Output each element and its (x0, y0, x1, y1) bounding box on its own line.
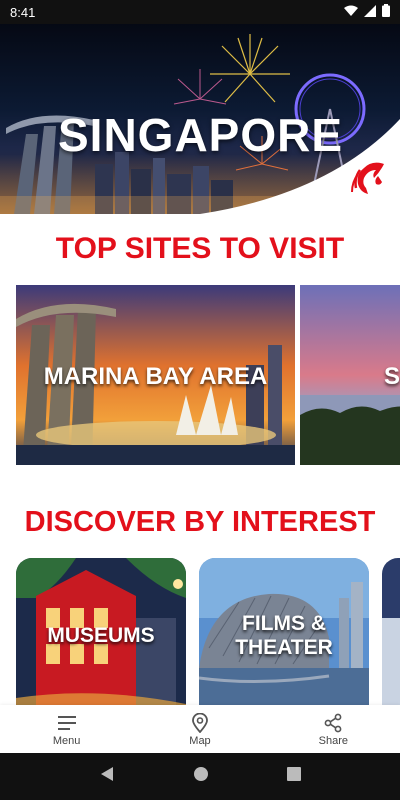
nav-menu-label: Menu (52, 735, 81, 747)
menu-icon (57, 716, 76, 730)
site-card-marina-bay[interactable]: MARINA BAY AREA (16, 285, 295, 465)
interest-card-films-theater[interactable]: FILMS & THEATER (199, 558, 369, 708)
site-card-label: S (384, 363, 400, 390)
site-card-next[interactable]: S (300, 285, 400, 465)
interest-card-label: MUSEUMS (47, 624, 155, 647)
share-icon (324, 713, 342, 733)
nav-map[interactable]: Map (160, 713, 240, 747)
home-icon[interactable] (193, 766, 209, 787)
nav-share-label: Share (318, 735, 348, 747)
top-sites-carousel[interactable]: MARINA BAY AREA S (16, 285, 400, 465)
recents-icon[interactable] (287, 767, 301, 786)
hero-banner: SINGAPORE (0, 24, 400, 214)
status-time: 8:41 (10, 4, 36, 20)
top-sites-heading: TOP SITES TO VISIT (55, 232, 345, 265)
discover-heading: DISCOVER BY INTEREST (24, 506, 376, 538)
map-pin-icon (192, 713, 208, 733)
status-bar: 8:41 (0, 0, 400, 24)
hero-title: SINGAPORE (58, 109, 344, 161)
lion-logo-icon (350, 158, 390, 203)
back-icon[interactable] (99, 766, 115, 787)
interest-card-label: FILMS & THEATER (235, 612, 333, 659)
site-card-label: MARINA BAY AREA (43, 363, 268, 390)
interest-card-next[interactable] (382, 558, 400, 708)
interest-card-museums[interactable]: MUSEUMS (16, 558, 186, 708)
system-navigation-bar (0, 753, 400, 800)
bottom-navigation: Menu Map Share (0, 705, 400, 753)
battery-icon (382, 4, 390, 20)
nav-map-label: Map (189, 735, 211, 747)
wifi-icon (344, 5, 358, 20)
next-interest-photo (382, 558, 400, 708)
interest-carousel[interactable]: MUSEUMS FILMS & THEATER (16, 558, 400, 708)
nav-share[interactable]: Share (293, 713, 373, 747)
signal-icon (364, 4, 376, 20)
nav-menu[interactable]: Menu (27, 713, 107, 747)
